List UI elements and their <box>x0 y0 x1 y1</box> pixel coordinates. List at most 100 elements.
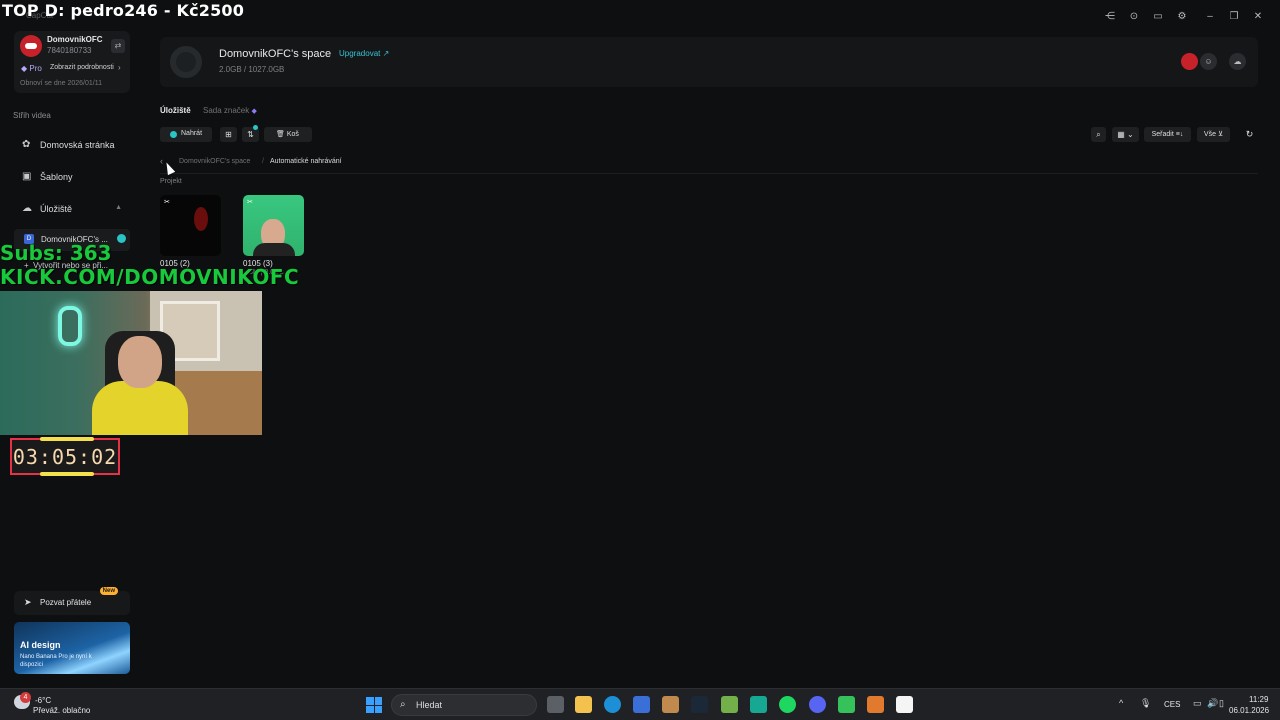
taskbar: 4 -6°C Převáž. oblačno ⌕ Hledat ^ 🎙 CES … <box>0 688 1280 720</box>
app-icon[interactable] <box>721 696 738 713</box>
discord-icon[interactable] <box>809 696 826 713</box>
task-view-icon[interactable] <box>547 696 564 713</box>
app-icon[interactable] <box>750 696 767 713</box>
member-avatar[interactable] <box>1181 53 1198 70</box>
upload-label: Nahrát <box>181 130 203 137</box>
sort-button[interactable]: Seřadit ≡↓ <box>1144 127 1191 142</box>
share-icon[interactable]: ⋲ <box>1103 10 1117 24</box>
microphone-icon[interactable]: 🎙 <box>1140 698 1151 709</box>
sort-icon: ≡↓ <box>1175 131 1184 138</box>
input-language[interactable]: CES <box>1164 700 1180 709</box>
volume-icon[interactable]: 🔊 <box>1207 698 1218 709</box>
breadcrumb-space[interactable]: DomovnikOFC's space <box>179 158 250 165</box>
send-icon: ➤ <box>24 597 32 607</box>
ai-design-title: AI design <box>20 640 61 650</box>
spotify-icon[interactable] <box>779 696 796 713</box>
upload-status-icon[interactable]: ⊙ <box>1127 10 1141 24</box>
file-explorer-icon[interactable] <box>575 696 592 713</box>
network-icon[interactable]: ▭ <box>1193 698 1202 709</box>
taskbar-search[interactable]: ⌕ Hledat <box>391 694 537 716</box>
battery-icon[interactable]: ▯ <box>1219 698 1224 709</box>
pro-details-link[interactable]: Zobrazit podrobnosti <box>50 64 114 71</box>
space-title: DomovnikOFC's space <box>219 48 332 60</box>
transfer-button[interactable]: ⇅ <box>242 125 259 142</box>
refresh-button[interactable]: ↻ <box>1241 127 1258 142</box>
invite-friends-button[interactable]: ➤ Pozvat přátele New <box>14 587 130 615</box>
account-id: 7840180733 <box>47 46 92 55</box>
clock-date[interactable]: 06.01.2026 <box>1229 706 1269 715</box>
search-icon: ⌕ <box>1096 130 1101 139</box>
avatar[interactable] <box>20 35 42 57</box>
edge-browser-icon[interactable] <box>604 696 621 713</box>
ai-design-subtitle: Nano Banana Pro je nyní k dispozici <box>20 654 92 668</box>
project-thumbnail[interactable]: ✂ <box>160 195 221 256</box>
minimize-icon[interactable]: – <box>1203 10 1217 24</box>
divider <box>160 173 1258 174</box>
refresh-icon: ↻ <box>1245 129 1254 139</box>
weather-alert-badge: 4 <box>20 692 31 703</box>
tab-brand-kit[interactable]: Sada značek ◆ <box>203 106 257 115</box>
project-thumbnail[interactable]: ✂ <box>243 195 304 256</box>
section-video-label: Střih videa <box>13 111 51 120</box>
windows-start-icon[interactable] <box>366 697 382 713</box>
weather-temperature[interactable]: -6°C <box>35 696 51 705</box>
account-card[interactable]: DomovnikOFC 7840180733 ⇄ ◆ Pro Zobrazit … <box>14 31 130 93</box>
webcam-overlay <box>0 291 262 435</box>
user-icon[interactable]: ☺ <box>1200 53 1217 70</box>
folder-plus-icon: ⊞ <box>225 130 232 139</box>
stream-channel-url: KICK.COM/DOMOVNIKOFC <box>0 265 300 289</box>
status-dot-icon <box>117 234 126 243</box>
search-button[interactable]: ⌕ <box>1091 127 1106 142</box>
space-header: DomovnikOFC's space Upgradovat ↗ 2.0GB /… <box>160 37 1258 87</box>
project-type-icon: ✂ <box>164 199 170 206</box>
stream-top-donor-banner: TOP D: pedro246 - Kč2500 <box>2 1 245 20</box>
clock-time[interactable]: 11:29 <box>1249 695 1268 704</box>
sidebar-item-label: Úložiště <box>40 204 73 214</box>
pro-row[interactable]: ◆ Pro Zobrazit podrobnosti › <box>14 63 130 76</box>
invite-label: Pozvat přátele <box>40 598 92 607</box>
ai-design-banner[interactable]: AI design Nano Banana Pro je nyní k disp… <box>14 622 130 674</box>
steam-icon[interactable] <box>691 696 708 713</box>
grid-icon: ▦ ⌄ <box>1117 130 1134 139</box>
storage-usage: 2.0GB / 1027.0GB <box>219 65 285 74</box>
upgrade-link[interactable]: Upgradovat ↗ <box>339 49 389 58</box>
close-icon[interactable]: ✕ <box>1251 10 1265 24</box>
project-type-icon: ✂ <box>247 199 253 206</box>
filter-icon: ⊻ <box>1217 131 1224 138</box>
timer-value: 03:05:02 <box>12 444 118 469</box>
weather-description[interactable]: Převáž. oblačno <box>33 706 90 715</box>
pro-badge: ◆ Pro <box>21 64 42 73</box>
templates-icon: ▣ <box>22 171 32 182</box>
settings-gear-icon[interactable]: ⚙ <box>1175 10 1189 24</box>
gem-icon: ◆ <box>251 108 257 115</box>
chevron-right-icon: › <box>118 63 121 72</box>
chevron-up-icon[interactable]: ^ <box>1119 698 1123 708</box>
app-icon[interactable] <box>867 696 884 713</box>
microsoft-store-icon[interactable] <box>633 696 650 713</box>
account-name: DomovnikOFC <box>47 35 103 44</box>
trash-button[interactable]: 🗑 Koš <box>264 127 312 142</box>
upload-button[interactable]: Nahrát <box>160 127 212 142</box>
breadcrumb-current: Automatické nahrávání <box>270 158 342 165</box>
trash-icon: 🗑 <box>276 131 285 138</box>
feedback-icon[interactable]: ▭ <box>1151 10 1165 24</box>
notification-dot-icon <box>253 125 258 130</box>
tab-storage[interactable]: Úložiště <box>160 106 191 115</box>
filter-button[interactable]: Vše ⊻ <box>1197 127 1230 142</box>
app-icon[interactable] <box>838 696 855 713</box>
app-icon[interactable] <box>662 696 679 713</box>
sidebar-item-storage[interactable]: ☁ Úložiště ▲ <box>14 198 130 220</box>
switch-account-icon[interactable]: ⇄ <box>111 39 125 53</box>
capcut-icon[interactable] <box>896 696 913 713</box>
maximize-icon[interactable]: ❐ <box>1227 10 1241 24</box>
view-toggle-button[interactable]: ▦ ⌄ <box>1112 127 1139 142</box>
sidebar-item-home[interactable]: ✿ Domovská stránka <box>14 134 130 156</box>
taskbar-search-label: Hledat <box>416 700 443 710</box>
chevron-up-icon: ▲ <box>115 204 122 211</box>
sidebar-item-label: Domovská stránka <box>40 140 115 150</box>
trash-label: 🗑 Koš <box>276 131 299 138</box>
new-folder-button[interactable]: ⊞ <box>220 127 237 142</box>
sidebar-item-templates[interactable]: ▣ Šablony <box>14 166 130 188</box>
cloud-settings-icon[interactable]: ☁ <box>1229 53 1246 70</box>
new-badge: New <box>99 587 118 595</box>
